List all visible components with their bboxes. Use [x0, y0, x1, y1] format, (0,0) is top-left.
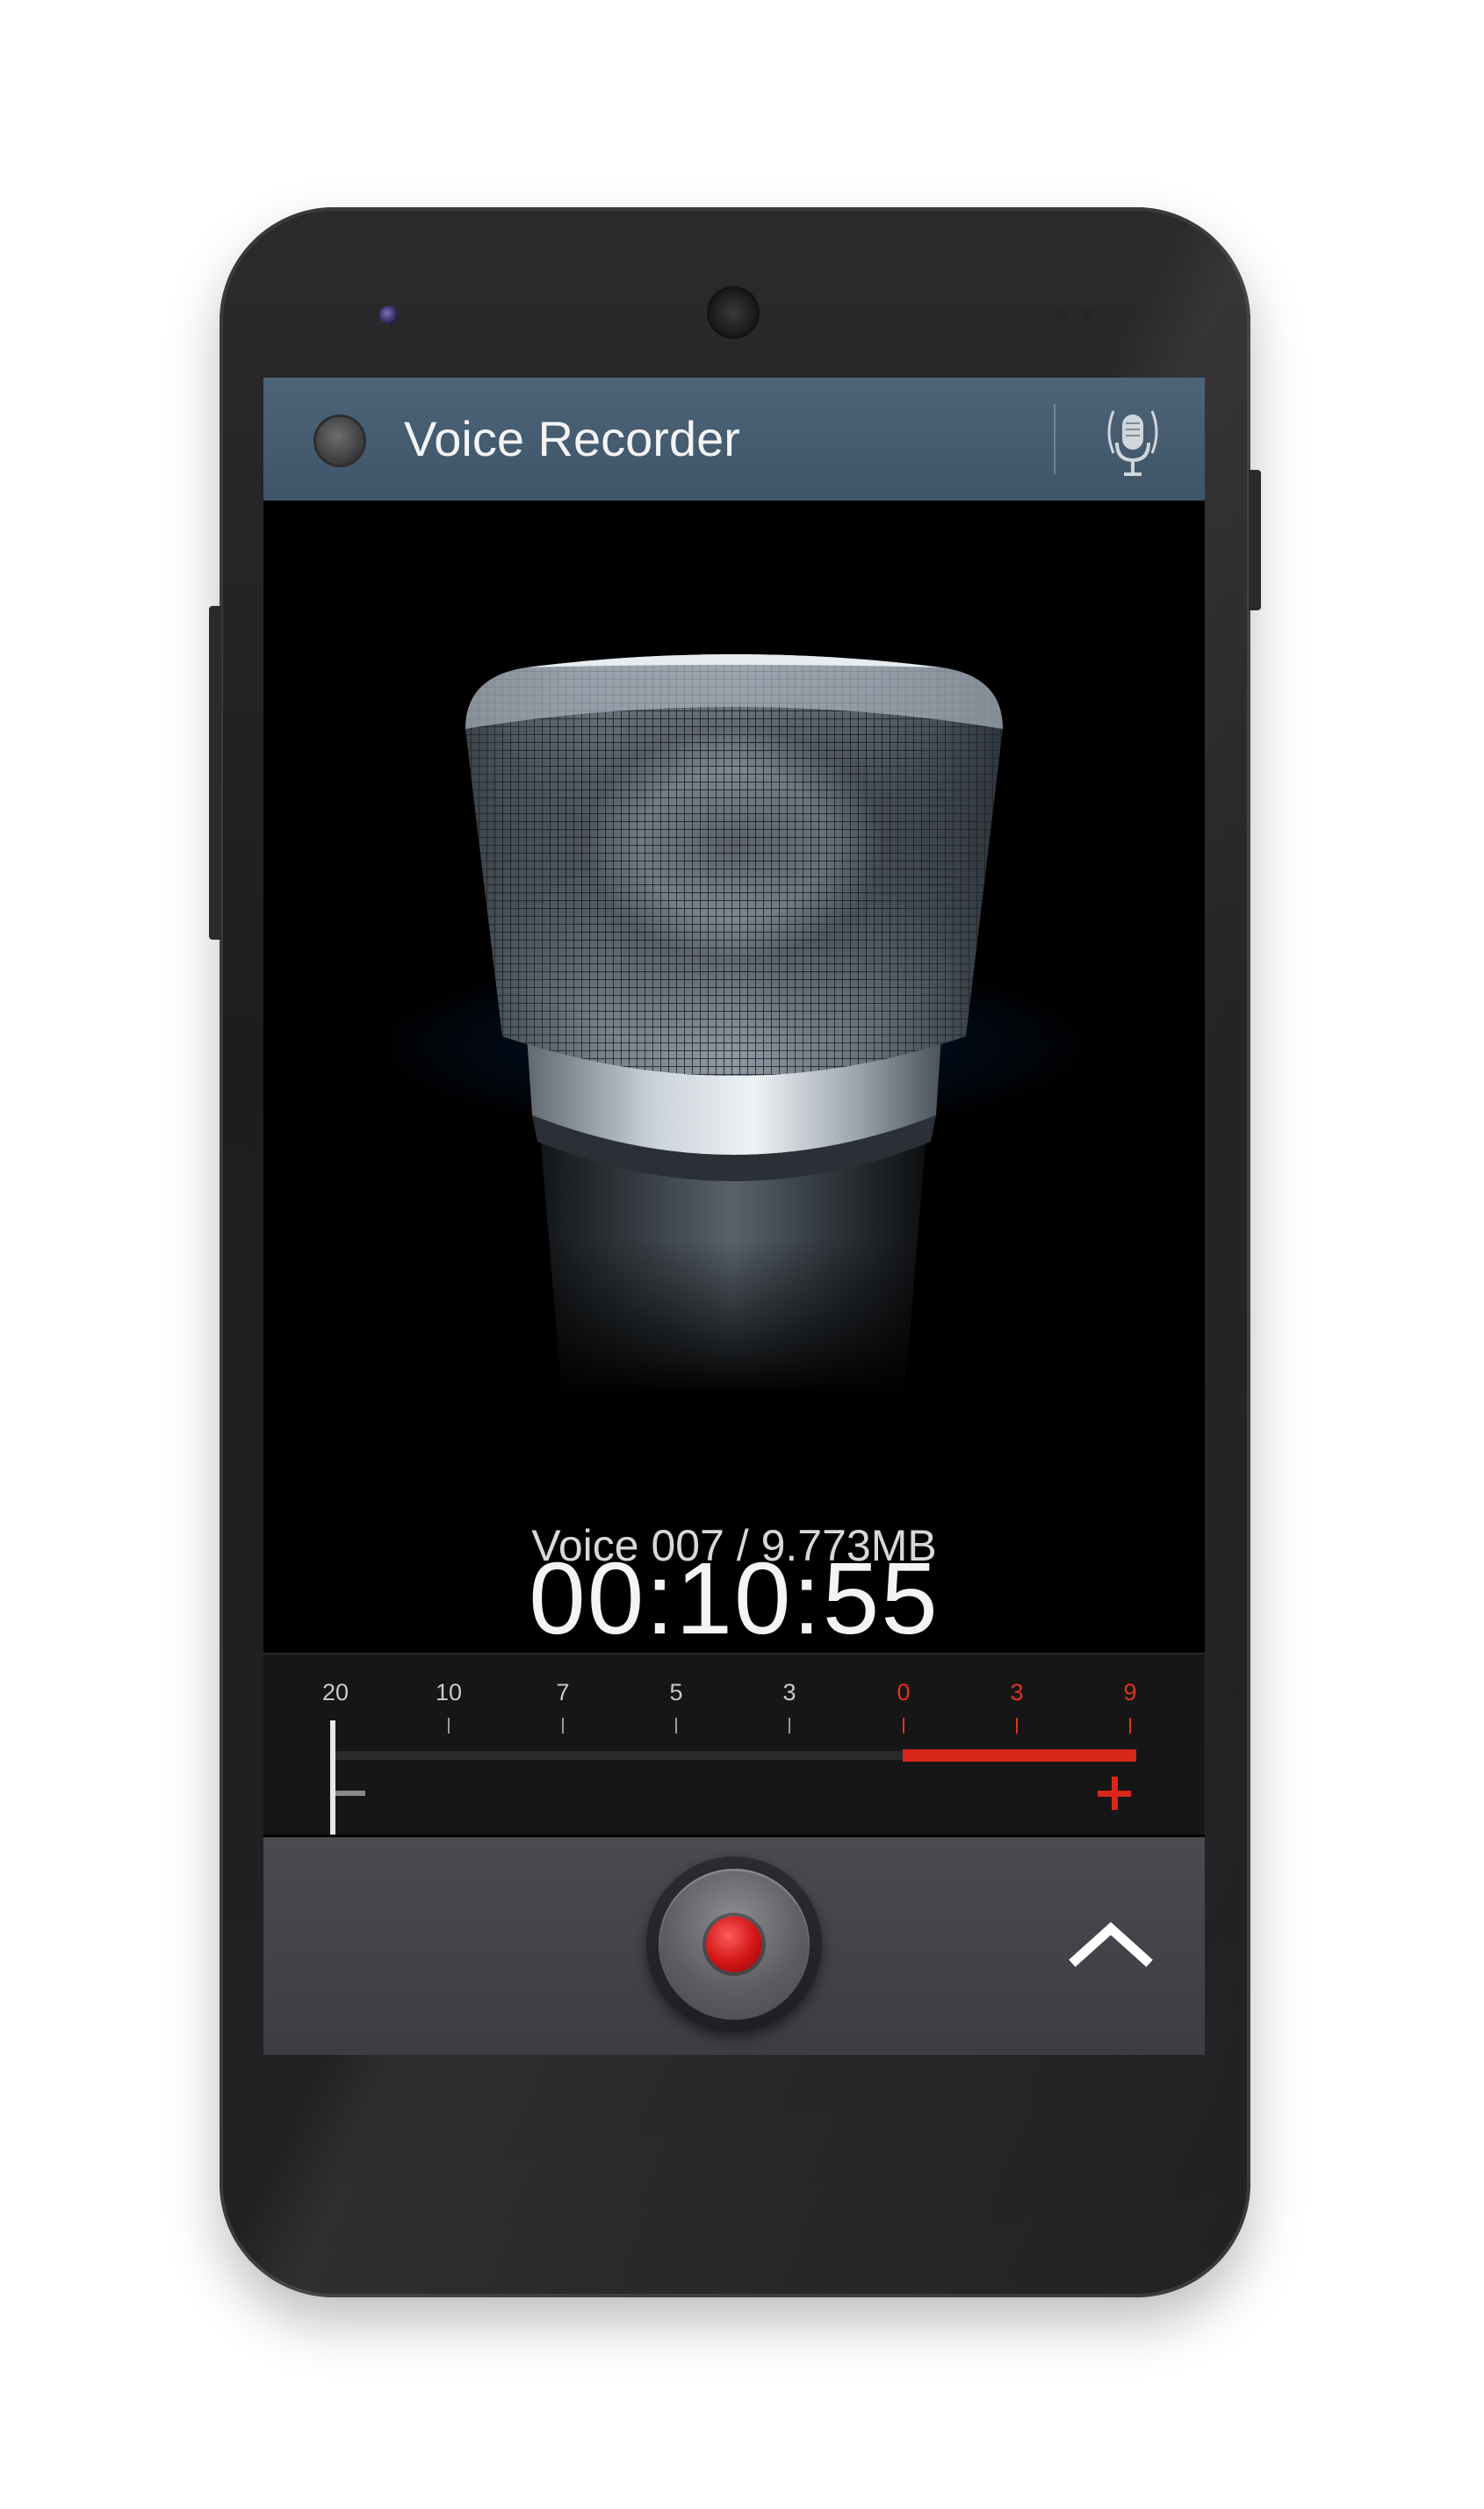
light-sensor [1082, 307, 1094, 320]
scale-tick-hot [1016, 1718, 1018, 1734]
microphone-icon[interactable] [1098, 402, 1168, 481]
scale-label: 7 [556, 1679, 570, 1705]
minus-icon [335, 1791, 365, 1796]
scale-label-hot: 3 [1010, 1679, 1024, 1705]
front-camera [379, 306, 399, 325]
scale-label: 3 [782, 1679, 796, 1705]
earpiece-speaker [707, 286, 760, 339]
chevron-up-icon[interactable] [1063, 1906, 1159, 1985]
record-icon [706, 1916, 762, 1972]
action-bar-divider [1054, 404, 1055, 474]
file-info: Voice 007 / 9.773MB [531, 1521, 937, 1570]
recording-stage: 00:10:55 [263, 501, 1205, 1655]
scale-tick-hot [1129, 1718, 1131, 1734]
scale-label-hot: 9 [1123, 1679, 1137, 1705]
scale-label-hot: 0 [897, 1679, 911, 1705]
scale-label: 10 [435, 1679, 463, 1705]
power-button [1249, 470, 1261, 610]
phone-screen: Voice Recorder 00:10:55 Voice 007 / 9.77… [263, 378, 1205, 2055]
scale-tick [448, 1718, 450, 1734]
record-button-face [659, 1869, 810, 2020]
level-peak-zone [903, 1749, 1136, 1762]
app-title: Voice Recorder [404, 411, 740, 466]
level-meter: 20 10 7 5 3 0 3 9 [263, 1653, 1205, 1835]
level-needle [330, 1720, 335, 1835]
record-button[interactable] [646, 1857, 822, 2032]
scale-tick-hot [903, 1718, 904, 1734]
scale-label: 20 [321, 1679, 349, 1705]
scale-tick [562, 1718, 564, 1734]
proximity-sensor [1055, 307, 1068, 320]
scale-tick [789, 1718, 790, 1734]
volume-button [209, 606, 221, 940]
control-bar [263, 1837, 1205, 2055]
scale-tick [675, 1718, 677, 1734]
app-indicator-icon[interactable] [316, 417, 364, 465]
plus-icon-vertical [1112, 1777, 1118, 1810]
microphone-illustration [465, 654, 1003, 1396]
action-bar: Voice Recorder [263, 378, 1205, 501]
scale-label: 5 [669, 1679, 683, 1705]
